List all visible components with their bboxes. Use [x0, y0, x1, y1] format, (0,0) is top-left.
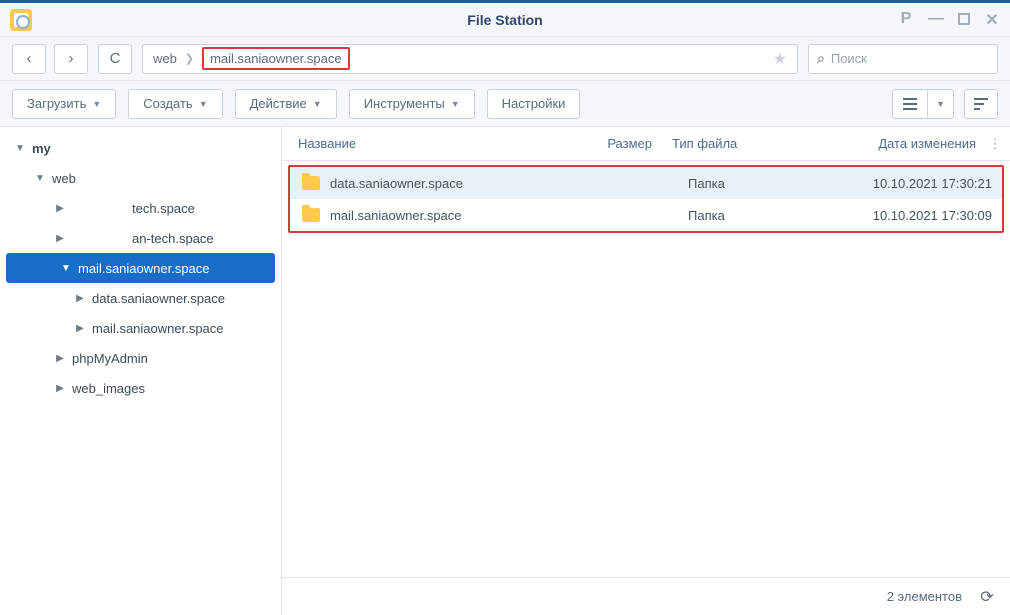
- toolbar: Загрузить ▼ Создать ▼ Действие ▼ Инструм…: [0, 81, 1010, 127]
- chevron-down-icon: ▼: [451, 99, 460, 109]
- minimize-button[interactable]: —: [928, 10, 944, 30]
- tree-label: my: [32, 141, 51, 156]
- file-type: Папка: [682, 208, 822, 223]
- tree-label: web_images: [72, 381, 145, 396]
- file-date: 10.10.2021 17:30:09: [822, 208, 1002, 223]
- nav-forward-button[interactable]: ›: [54, 44, 88, 74]
- collapse-icon[interactable]: ▼: [60, 263, 72, 274]
- action-button[interactable]: Действие ▼: [235, 89, 337, 119]
- folder-tree: ▼ my ▼ web ▶ tech.space ▶ an-tech.space …: [0, 127, 282, 615]
- tree-item[interactable]: ▶ tech.space: [0, 193, 281, 223]
- tree-label: mail.saniaowner.space: [92, 321, 224, 336]
- column-headers: Название Размер Тип файла Дата изменения…: [282, 127, 1010, 161]
- col-date[interactable]: Дата изменения: [806, 136, 986, 151]
- chevron-down-icon: ▼: [199, 99, 208, 109]
- collapse-icon[interactable]: ▼: [34, 173, 46, 184]
- chevron-down-icon[interactable]: ▼: [927, 90, 953, 118]
- window-title: File Station: [467, 12, 542, 28]
- tools-label: Инструменты: [364, 96, 445, 111]
- settings-button[interactable]: Настройки: [487, 89, 581, 119]
- create-label: Создать: [143, 96, 192, 111]
- column-menu-icon[interactable]: ⋮: [986, 136, 1004, 152]
- file-row[interactable]: mail.saniaowner.space Папка 10.10.2021 1…: [290, 199, 1002, 231]
- collapse-icon[interactable]: ▼: [14, 143, 26, 154]
- help-icon[interactable]: [898, 10, 914, 30]
- nav-back-button[interactable]: ‹: [12, 44, 46, 74]
- tree-item[interactable]: ▶ web_images: [0, 373, 281, 403]
- expand-icon[interactable]: ▶: [54, 233, 66, 244]
- titlebar: File Station — ✕: [0, 3, 1010, 37]
- sort-button[interactable]: [964, 89, 998, 119]
- list-view-icon[interactable]: [893, 90, 927, 118]
- item-count: 2 элементов: [887, 589, 962, 604]
- file-date: 10.10.2021 17:30:21: [822, 176, 1002, 191]
- view-mode-button[interactable]: ▼: [892, 89, 954, 119]
- file-row[interactable]: data.saniaowner.space Папка 10.10.2021 1…: [290, 167, 1002, 199]
- col-size[interactable]: Размер: [576, 136, 666, 151]
- settings-label: Настройки: [502, 96, 566, 111]
- search-icon: ⌕: [817, 50, 825, 67]
- file-type: Папка: [682, 176, 822, 191]
- folder-icon: [302, 208, 320, 222]
- tree-label: phpMyAdmin: [72, 351, 148, 366]
- reload-icon[interactable]: ⟳: [978, 588, 996, 606]
- col-type[interactable]: Тип файла: [666, 136, 806, 151]
- tree-item[interactable]: ▶ phpMyAdmin: [0, 343, 281, 373]
- search-input[interactable]: [831, 51, 989, 66]
- close-button[interactable]: ✕: [984, 10, 1000, 30]
- upload-button[interactable]: Загрузить ▼: [12, 89, 116, 119]
- file-rows-highlight: data.saniaowner.space Папка 10.10.2021 1…: [288, 165, 1004, 233]
- nav-reload-button[interactable]: C: [98, 44, 132, 74]
- tree-label: web: [52, 171, 76, 186]
- file-list: Название Размер Тип файла Дата изменения…: [282, 127, 1010, 615]
- path-segment-current[interactable]: mail.saniaowner.space: [202, 47, 350, 70]
- tree-item[interactable]: ▶ mail.saniaowner.space: [0, 313, 281, 343]
- chevron-down-icon: ▼: [313, 99, 322, 109]
- expand-icon[interactable]: ▶: [54, 383, 66, 394]
- folder-icon: [302, 176, 320, 190]
- tree-label: data.saniaowner.space: [92, 291, 225, 306]
- address-bar: ‹ › C web ❯ mail.saniaowner.space ★ ⌕: [0, 37, 1010, 81]
- expand-icon[interactable]: ▶: [74, 293, 86, 304]
- chevron-down-icon: ▼: [92, 99, 101, 109]
- expand-icon[interactable]: ▶: [54, 353, 66, 364]
- path-segment[interactable]: web: [153, 51, 177, 66]
- status-bar: 2 элементов ⟳: [282, 577, 1010, 615]
- tree-item[interactable]: ▶ data.saniaowner.space: [0, 283, 281, 313]
- file-name: mail.saniaowner.space: [330, 208, 462, 223]
- expand-icon[interactable]: ▶: [54, 203, 66, 214]
- path-box[interactable]: web ❯ mail.saniaowner.space ★: [142, 44, 798, 74]
- tree-item[interactable]: ▼ web: [0, 163, 281, 193]
- tools-button[interactable]: Инструменты ▼: [349, 89, 475, 119]
- file-name: data.saniaowner.space: [330, 176, 463, 191]
- create-button[interactable]: Создать ▼: [128, 89, 222, 119]
- action-label: Действие: [250, 96, 307, 111]
- tree-item[interactable]: ▶ an-tech.space: [0, 223, 281, 253]
- tree-label: mail.saniaowner.space: [78, 261, 210, 276]
- tree-label: tech.space: [72, 201, 195, 216]
- tree-item-selected[interactable]: ▼ mail.saniaowner.space: [6, 253, 275, 283]
- col-name[interactable]: Название: [282, 136, 576, 151]
- chevron-right-icon: ❯: [185, 52, 194, 65]
- star-icon[interactable]: ★: [773, 49, 787, 69]
- tree-root[interactable]: ▼ my: [0, 133, 281, 163]
- app-icon: [10, 9, 32, 31]
- upload-label: Загрузить: [27, 96, 86, 111]
- expand-icon[interactable]: ▶: [74, 323, 86, 334]
- maximize-button[interactable]: [958, 13, 970, 25]
- search-box[interactable]: ⌕: [808, 44, 998, 74]
- tree-label: an-tech.space: [72, 231, 214, 246]
